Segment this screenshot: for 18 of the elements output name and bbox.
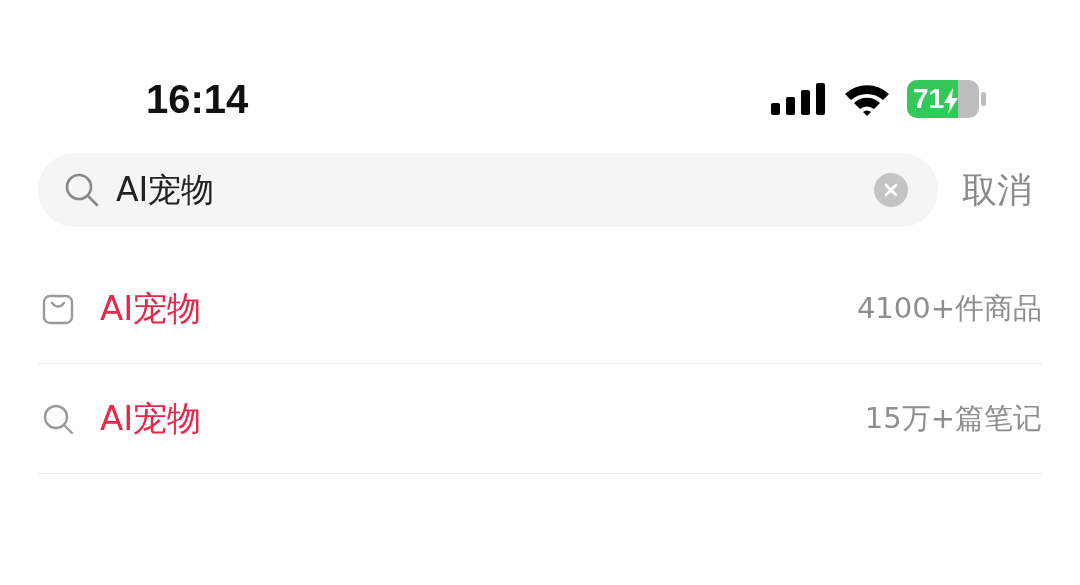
result-count: 15万+篇笔记: [864, 399, 1042, 437]
cancel-button[interactable]: 取消: [962, 163, 1032, 217]
shopping-bag-icon: [42, 292, 74, 325]
search-icon: [64, 172, 100, 208]
suggestion-text: AI宠物: [100, 397, 202, 440]
battery-cap-icon: [981, 92, 986, 106]
suggestion-text: AI宠物: [100, 287, 202, 330]
battery-level: 71: [913, 82, 945, 116]
status-time: 16:14: [146, 76, 249, 123]
search-bar[interactable]: AI宠物: [38, 153, 938, 227]
search-field[interactable]: AI宠物: [116, 165, 858, 215]
signal-icon: [771, 83, 827, 115]
suggestion-row[interactable]: AI宠物 15万+篇笔记: [38, 364, 1042, 474]
wifi-icon: [843, 82, 891, 116]
clear-icon[interactable]: [874, 173, 908, 207]
result-count: 4100+件商品: [856, 289, 1042, 327]
search-icon: [42, 402, 74, 435]
suggestion-row[interactable]: AI宠物 4100+件商品: [38, 254, 1042, 364]
